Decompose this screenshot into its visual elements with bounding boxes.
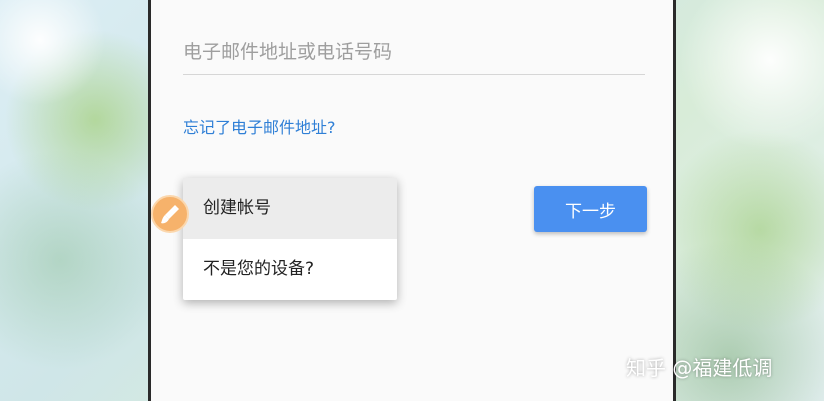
- next-button[interactable]: 下一步: [534, 186, 647, 232]
- email-or-phone-input[interactable]: [183, 30, 645, 75]
- menu-item-not-your-device[interactable]: 不是您的设备?: [183, 239, 397, 300]
- background-scene: 忘记了电子邮件地址? 下一步 创建帐号 不是您的设备? 知乎 @福建低调: [0, 0, 824, 401]
- menu-item-create-account[interactable]: 创建帐号: [183, 178, 397, 239]
- more-options-menu: 创建帐号 不是您的设备?: [183, 178, 397, 300]
- watermark-text: 知乎 @福建低调: [626, 356, 773, 380]
- paintbrush-icon[interactable]: [151, 195, 189, 233]
- login-screen: 忘记了电子邮件地址? 下一步 创建帐号 不是您的设备?: [148, 0, 676, 401]
- forgot-email-link[interactable]: 忘记了电子邮件地址?: [183, 114, 336, 138]
